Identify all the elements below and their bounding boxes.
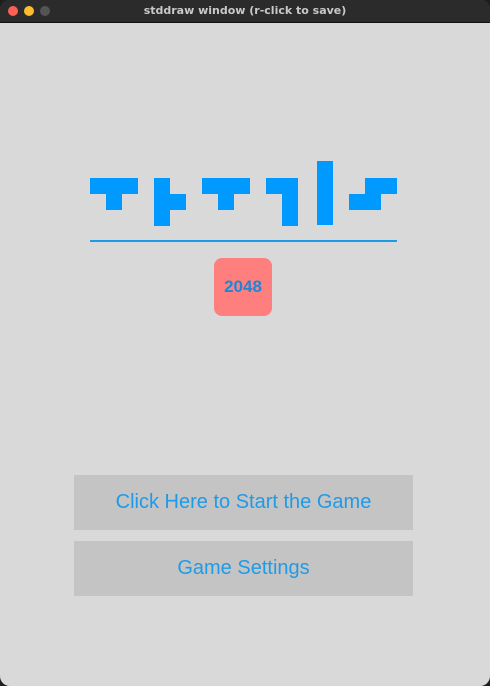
logo-letter-r-top <box>266 178 298 194</box>
game-settings-button[interactable]: Game Settings <box>74 541 413 596</box>
tetris-logo-graphic <box>90 161 397 226</box>
logo-letter-s-bottom <box>349 194 381 210</box>
app-window: stddraw window (r-click to save) 2048 Cl… <box>0 0 490 686</box>
start-game-button[interactable]: Click Here to Start the Game <box>74 475 413 530</box>
game-badge-2048: 2048 <box>214 258 272 316</box>
drawing-canvas[interactable]: 2048 Click Here to Start the Game Game S… <box>0 23 490 686</box>
logo-letter-s-top <box>365 178 397 194</box>
logo-letter-t1 <box>90 178 138 194</box>
logo-letter-t2-stem <box>218 194 234 210</box>
window-title: stddraw window (r-click to save) <box>143 4 347 17</box>
title-bar: stddraw window (r-click to save) <box>0 0 490 23</box>
tetris-logo <box>0 23 490 263</box>
logo-letter-t2 <box>202 178 250 194</box>
logo-letter-r-stem <box>282 194 298 226</box>
logo-letter-t1-stem <box>106 194 122 210</box>
tetris-logo-blocks <box>90 161 397 226</box>
logo-letter-i <box>317 161 333 225</box>
logo-letter-e-arm <box>170 194 186 210</box>
logo-letter-e <box>154 178 170 226</box>
logo-underline <box>90 240 397 242</box>
